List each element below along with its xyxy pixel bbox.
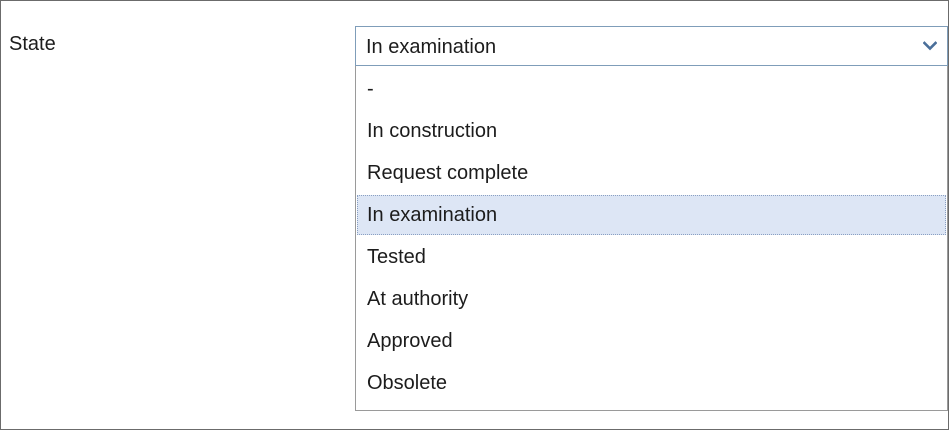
option-obsolete[interactable]: Obsolete	[357, 363, 946, 403]
option-approved[interactable]: Approved	[357, 321, 946, 361]
option-tested[interactable]: Tested	[357, 237, 946, 277]
state-select-value: In examination	[366, 36, 497, 58]
chevron-down-icon[interactable]	[915, 29, 945, 63]
option-at-authority[interactable]: At authority	[357, 279, 946, 319]
option-in-examination[interactable]: In examination	[357, 195, 946, 235]
option-in-construction[interactable]: In construction	[357, 111, 946, 151]
option-none[interactable]: -	[357, 69, 946, 109]
state-label: State	[9, 33, 56, 55]
state-dropdown-list: - In construction Request complete In ex…	[355, 66, 948, 411]
state-select[interactable]: In examination	[355, 26, 948, 66]
option-request-complete[interactable]: Request complete	[357, 153, 946, 193]
